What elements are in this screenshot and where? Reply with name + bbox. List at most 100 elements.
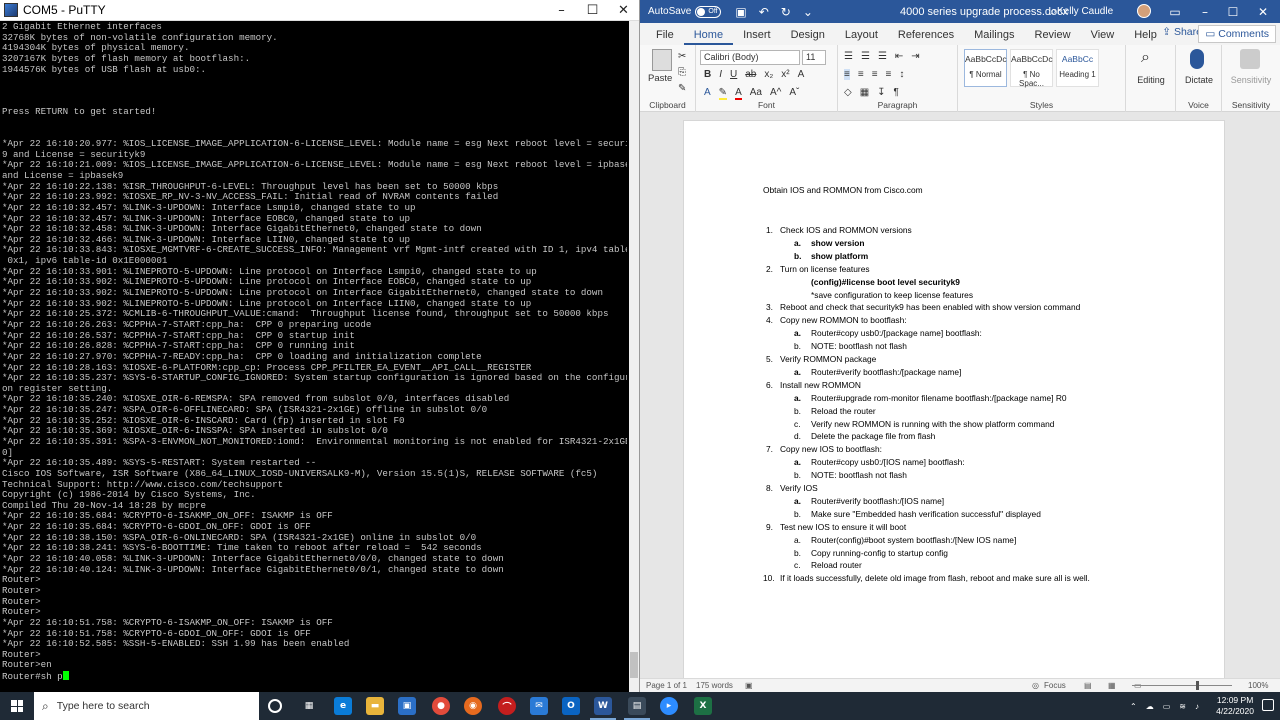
cortana-icon[interactable] [268,699,282,713]
copy-icon[interactable]: ⎘ [678,67,686,78]
notification-icon[interactable] [1262,699,1274,711]
find-icon[interactable]: ⌕ [1141,49,1161,69]
tab-insert[interactable]: Insert [733,29,781,45]
edge-icon[interactable]: e [334,697,352,715]
numbering-icon[interactable]: ☰ [861,51,870,62]
terminal-output[interactable]: 2 Gigabit Ethernet interfaces 32768K byte… [0,21,629,692]
redo-icon[interactable]: ↻ [781,5,791,19]
ribbon-display-icon[interactable]: ▭ [1160,0,1190,23]
text-effects-icon[interactable]: A [704,87,711,100]
highlight-icon[interactable]: ✎ [718,87,728,100]
tab-mailings[interactable]: Mailings [964,29,1024,45]
align-center-icon[interactable]: ≡ [858,69,864,80]
minimize-button[interactable]: – [546,0,577,21]
scrollbar-thumb[interactable] [630,652,638,678]
mail-icon[interactable]: ✉ [530,697,548,715]
shrink-font-icon[interactable]: Aˇ [789,87,799,100]
customize-qat-icon[interactable]: ⌄ [803,5,813,19]
bold-button[interactable]: B [704,69,711,80]
share-button[interactable]: ⇪ Share [1162,26,1202,38]
document-area[interactable]: Obtain IOS and ROMMON from Cisco.com 1. C… [640,112,1280,678]
superscript-button[interactable]: x² [781,69,789,80]
outlook-icon[interactable]: O [562,697,580,715]
style-option[interactable]: AaBbCcDc ¶ Normal [964,49,1007,87]
undo-icon[interactable]: ↶ [759,5,769,19]
maximize-button[interactable]: ☐ [577,0,608,21]
word-icon[interactable]: W [594,697,612,715]
zoom-slider[interactable] [1132,685,1232,686]
decrease-indent-icon[interactable]: ⇤ [895,51,903,62]
comments-button[interactable]: ▭ Comments [1198,25,1276,43]
zoom-app-icon[interactable]: ▸ [660,697,678,715]
tab-design[interactable]: Design [781,29,835,45]
close-button[interactable]: ✕ [608,0,639,21]
tab-references[interactable]: References [888,29,964,45]
terminal-prompt[interactable]: Router#sh p [2,671,627,682]
excel-icon[interactable]: X [694,697,712,715]
document-page[interactable]: Obtain IOS and ROMMON from Cisco.com 1. C… [683,120,1225,678]
clear-format-button[interactable]: A [798,69,805,80]
bullets-icon[interactable]: ☰ [844,51,853,62]
dictate-button[interactable]: Dictate [1178,75,1220,85]
putty-icon[interactable]: ▤ [628,697,646,715]
clock[interactable]: 12:09 PM 4/22/2020 [1216,695,1254,717]
sensitivity-icon[interactable] [1240,49,1260,69]
paste-icon[interactable] [652,49,672,71]
autosave-toggle[interactable]: Off [695,5,722,18]
align-right-icon[interactable]: ≡ [872,69,878,80]
strikethrough-button[interactable]: ab [745,69,756,80]
cloud-icon[interactable]: ☁ [1146,702,1154,711]
print-layout-icon[interactable]: ▦ [1108,681,1116,690]
focus-icon[interactable]: ◎ [1032,681,1039,690]
format-painter-icon[interactable]: ✎ [678,83,686,94]
proofing-icon[interactable]: ▣ [745,681,753,690]
taskbar-search[interactable]: ⌕ Type here to search [34,692,259,720]
show-marks-icon[interactable]: ¶ [894,87,899,98]
terminal-scrollbar[interactable] [629,21,639,692]
focus-button[interactable]: Focus [1044,681,1066,690]
store-icon[interactable]: ▣ [398,697,416,715]
firefox-icon[interactable]: ◉ [464,697,482,715]
page-count[interactable]: Page 1 of 1 [646,681,687,690]
editing-button[interactable]: Editing [1130,75,1172,85]
tab-layout[interactable]: Layout [835,29,888,45]
justify-icon[interactable]: ≡ [886,69,892,80]
task-view-icon[interactable]: ▦ [300,697,318,715]
paste-button[interactable]: Paste [648,73,672,84]
microphone-icon[interactable] [1190,49,1204,69]
tab-view[interactable]: View [1081,29,1125,45]
font-size-dropdown[interactable]: 11 [802,50,826,65]
avatar[interactable] [1137,4,1151,18]
putty-window[interactable]: COM5 - PuTTY – ☐ ✕ 2 Gigabit Ethernet in… [0,0,640,692]
increase-indent-icon[interactable]: ⇥ [911,51,919,62]
putty-titlebar[interactable]: COM5 - PuTTY – ☐ ✕ [0,0,639,21]
read-mode-icon[interactable]: ▤ [1084,681,1092,690]
underline-button[interactable]: U [730,69,737,80]
font-name-dropdown[interactable]: Calibri (Body) [700,50,800,65]
sensitivity-button[interactable]: Sensitivity [1224,75,1278,85]
network-icon[interactable]: ≋ [1179,702,1186,711]
chrome-icon[interactable]: ● [432,697,450,715]
multilevel-icon[interactable]: ☰ [878,51,887,62]
sort-icon[interactable]: ↧ [877,87,885,98]
user-name[interactable]: Kelly Caudle [1057,6,1113,17]
word-titlebar[interactable]: AutoSave Off ▣ ↶ ↻ ⌄ 4000 series upgrade… [640,0,1280,23]
word-count[interactable]: 175 words [696,681,733,690]
tab-review[interactable]: Review [1025,29,1081,45]
tab-file[interactable]: File [646,29,684,45]
shading-icon[interactable]: ◇ [844,87,852,98]
close-button[interactable]: ✕ [1248,0,1278,23]
change-case-icon[interactable]: Aa [750,87,762,100]
borders-icon[interactable]: ▦ [860,87,869,98]
word-window[interactable]: AutoSave Off ▣ ↶ ↻ ⌄ 4000 series upgrade… [640,0,1280,692]
save-icon[interactable]: ▣ [735,5,746,19]
italic-button[interactable]: I [719,69,722,80]
start-button[interactable] [0,692,34,720]
search-icon[interactable]: ⌕ [1050,4,1057,19]
acrobat-icon[interactable]: ⌒ [498,697,516,715]
grow-font-icon[interactable]: A^ [770,87,781,100]
align-left-icon[interactable]: ≡ [844,69,850,80]
battery-icon[interactable]: ▭ [1163,702,1171,711]
volume-icon[interactable]: ♪ [1195,702,1199,711]
chevron-up-icon[interactable]: ⌃ [1130,702,1137,711]
